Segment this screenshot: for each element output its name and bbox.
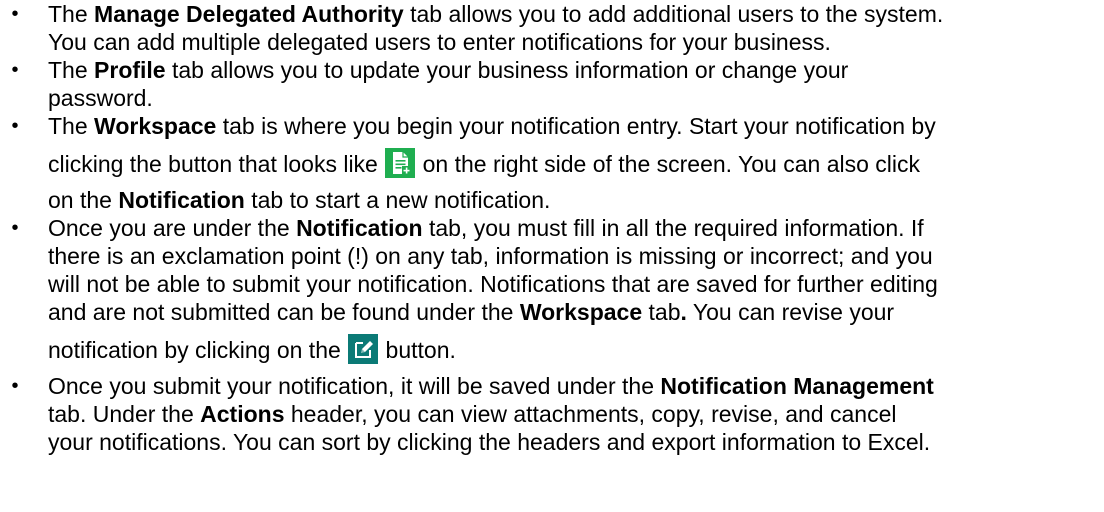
text-line: and are not submitted can be found under… xyxy=(48,299,895,325)
text-line: You can add multiple delegated users to … xyxy=(48,29,831,55)
tab-name-manage-delegated-authority: Manage Delegated Authority xyxy=(94,1,404,27)
text-line: password. xyxy=(48,85,153,111)
tab-name-workspace: Workspace xyxy=(94,113,217,139)
instruction-list: • The Manage Delegated Authority tab all… xyxy=(0,0,1104,456)
bullet: • xyxy=(11,375,19,397)
tab-name-notification-management: Notification Management xyxy=(660,373,934,399)
tab-name-notification: Notification xyxy=(118,187,245,213)
new-document-icon xyxy=(385,148,416,178)
list-item-notification-management: • Once you submit your notification, it … xyxy=(0,372,1104,456)
tab-name-workspace: Workspace xyxy=(519,299,643,325)
bullet: • xyxy=(11,115,19,137)
document-page: • The Manage Delegated Authority tab all… xyxy=(0,0,1104,512)
list-item-notification: • Once you are under the Notification ta… xyxy=(0,214,1104,372)
text-line: The Manage Delegated Authority tab allow… xyxy=(48,1,944,27)
text-line: tab. Under the Actions header, you can v… xyxy=(48,401,897,427)
list-item-delegated-authority: • The Manage Delegated Authority tab all… xyxy=(0,0,1104,56)
text-line: notification by clicking on the button. xyxy=(48,326,1104,372)
text-line: The Profile tab allows you to update you… xyxy=(48,57,849,83)
list-item-workspace: • The Workspace tab is where you begin y… xyxy=(0,112,1104,214)
text-line: your notifications. You can sort by clic… xyxy=(48,429,931,455)
text-line: will not be able to submit your notifica… xyxy=(48,271,938,297)
bullet: • xyxy=(11,3,19,25)
text-line: Once you submit your notification, it wi… xyxy=(48,373,934,399)
text-line: there is an exclamation point (!) on any… xyxy=(48,243,933,269)
text-line: clicking the button that looks like on t… xyxy=(48,140,1104,186)
header-name-actions: Actions xyxy=(200,401,285,427)
text-line: The Workspace tab is where you begin you… xyxy=(48,113,936,139)
tab-name-notification: Notification xyxy=(296,215,423,241)
tab-name-profile: Profile xyxy=(94,57,166,83)
text-line: Once you are under the Notification tab,… xyxy=(48,215,924,241)
text-line: on the Notification tab to start a new n… xyxy=(48,187,551,213)
bullet: • xyxy=(11,59,19,81)
edit-pencil-icon xyxy=(348,334,379,364)
bullet: • xyxy=(11,217,19,239)
list-item-profile: • The Profile tab allows you to update y… xyxy=(0,56,1104,112)
